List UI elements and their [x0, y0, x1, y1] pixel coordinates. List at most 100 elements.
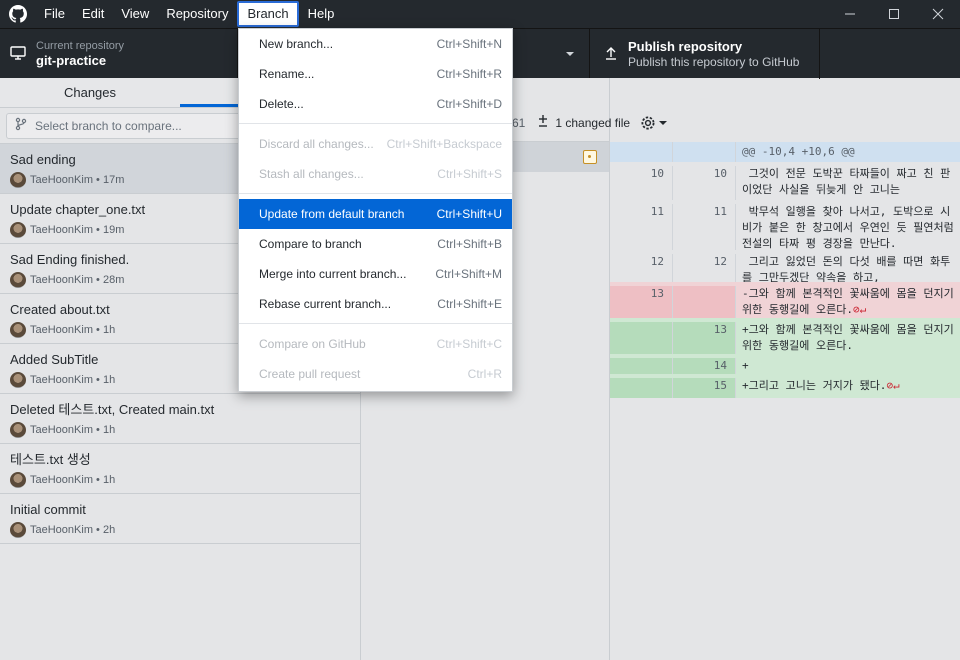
menu-item-shortcut: Ctrl+Shift+R [436, 67, 502, 81]
old-line-number: 10 [610, 166, 673, 200]
menu-item-shortcut: Ctrl+Shift+B [437, 237, 502, 251]
commit-time: 2h [102, 524, 116, 536]
current-repository-label: Current repository [36, 40, 125, 52]
close-icon[interactable] [916, 0, 960, 28]
commit-title: Initial commit [10, 502, 86, 517]
menu-item-label: Delete... [259, 97, 304, 111]
menu-item-label: Update from default branch [259, 207, 405, 221]
meta-separator: • [92, 424, 103, 436]
tab-changes[interactable]: Changes [0, 78, 180, 107]
commit-author: TaeHoonKim [30, 374, 93, 386]
old-line-number: 13 [610, 286, 673, 318]
old-line-number: 12 [610, 254, 673, 282]
title-bar: File Edit View Repository Branch Help [0, 0, 960, 28]
menu-item-merge-into-current-branch[interactable]: Merge into current branch... Ctrl+Shift+M [239, 259, 512, 289]
diff-line-deleted[interactable]: 13 -그와 함께 본격적인 꽃싸움에 몸을 던지기 위한 동행길에 오른다.⊘↵ [610, 282, 960, 318]
maximize-icon[interactable] [872, 0, 916, 28]
window-controls [828, 0, 960, 28]
menu-view[interactable]: View [113, 2, 157, 26]
menu-item-label: Rebase current branch... [259, 297, 392, 311]
diff-code: +그리고 고니는 거지가 됐다. [742, 379, 887, 392]
menu-edit[interactable]: Edit [74, 2, 112, 26]
diff-plus-minus-icon [537, 114, 549, 131]
menu-item-label: Create pull request [259, 367, 361, 381]
diff-line-text: 그리고 잃었던 돈의 다섯 배를 따면 화투를 그만두겠단 약속을 하고, [736, 254, 960, 282]
branch-icon [15, 117, 27, 134]
commit-list-item[interactable]: Initial commit TaeHoonKim • 2h [0, 494, 360, 544]
commit-time: 1h [102, 324, 116, 336]
diff-line-context[interactable]: 12 12 그리고 잃었던 돈의 다섯 배를 따면 화투를 그만두겠단 약속을 하… [610, 250, 960, 282]
diff-line-added[interactable]: 14 + [610, 354, 960, 374]
menu-item-shortcut: Ctrl+Shift+M [435, 267, 502, 281]
meta-separator: • [92, 274, 103, 286]
old-line-number [610, 378, 673, 398]
menu-item-compare-to-branch[interactable]: Compare to branch Ctrl+Shift+B [239, 229, 512, 259]
commit-meta: TaeHoonKim • 2h [10, 522, 350, 538]
no-newline-icon: ⊘↵ [886, 379, 900, 392]
commit-author: TaeHoonKim [30, 424, 93, 436]
compare-placeholder: Select branch to compare... [35, 118, 182, 133]
commit-time: 28m [102, 274, 125, 286]
meta-separator: • [92, 524, 103, 536]
avatar [10, 322, 26, 338]
diff-line-text: + [736, 358, 749, 374]
commit-time: 1h [102, 374, 116, 386]
avatar [10, 472, 26, 488]
diff-line-added[interactable]: 15 +그리고 고니는 거지가 됐다.⊘↵ [610, 374, 960, 398]
publish-repository-button[interactable]: Publish repository Publish this reposito… [590, 29, 820, 79]
diff-code: -그와 함께 본격적인 꽃싸움에 몸을 던지기 위한 동행길에 오른다. [742, 287, 960, 316]
changed-files-info: 61 1 changed file [512, 114, 668, 131]
diff-line-context[interactable]: 11 11 박무석 일행을 찾아 나서고, 도박으로 시비가 붙은 한 창고에서 … [610, 200, 960, 250]
commit-time: 19m [102, 224, 125, 236]
diff-line-text: +그리고 고니는 거지가 됐다.⊘↵ [736, 378, 900, 398]
menu-repository[interactable]: Repository [158, 2, 236, 26]
menu-help[interactable]: Help [300, 2, 343, 26]
hunk-header: @@ -10,4 +10,6 @@ [610, 142, 960, 162]
menu-item-create-pull-request: Create pull request Ctrl+R [239, 359, 512, 389]
menu-file[interactable]: File [36, 2, 73, 26]
commit-sha-fragment: 61 [512, 115, 526, 130]
meta-separator: • [92, 474, 103, 486]
menu-branch[interactable]: Branch [237, 1, 299, 27]
avatar [10, 522, 26, 538]
upload-icon [604, 45, 618, 64]
commit-list-item[interactable]: 테스트.txt 생성 TaeHoonKim • 1h [0, 444, 360, 494]
minimize-icon[interactable] [828, 0, 872, 28]
diff-line-text: 박무석 일행을 찾아 나서고, 도박으로 시비가 붙은 한 창고에서 우연인 듯… [736, 204, 960, 250]
menu-item-stash-all-changes: Stash all changes... Ctrl+Shift+S [239, 159, 512, 189]
menu-item-shortcut: Ctrl+Shift+C [436, 337, 502, 351]
menu-item-new-branch[interactable]: New branch... Ctrl+Shift+N [239, 29, 512, 59]
old-line-number [610, 322, 673, 354]
diff-line-added[interactable]: 13 +그와 함께 본격적인 꽃싸움에 몸을 던지기 위한 동행길에 오른다. [610, 318, 960, 354]
menu-item-compare-on-github: Compare on GitHub Ctrl+Shift+C [239, 329, 512, 359]
publish-title: Publish repository [628, 38, 743, 54]
commit-time: 17m [102, 174, 125, 186]
github-logo-icon [0, 0, 36, 28]
meta-separator: • [92, 324, 103, 336]
commit-meta: TaeHoonKim • 1h [10, 472, 350, 488]
menu-item-label: Stash all changes... [259, 167, 364, 181]
commit-time: 1h [102, 474, 116, 486]
old-line-number [610, 358, 673, 374]
caret-down-icon [565, 47, 575, 61]
commit-list-item[interactable]: Deleted 테스트.txt, Created main.txt TaeHoon… [0, 394, 360, 444]
menu-item-label: New branch... [259, 37, 334, 51]
commit-author: TaeHoonKim [30, 474, 93, 486]
menu-item-update-from-default-branch[interactable]: Update from default branch Ctrl+Shift+U [239, 199, 512, 229]
diff-line-text: +그와 함께 본격적인 꽃싸움에 몸을 던지기 위한 동행길에 오른다. [736, 322, 960, 354]
menu-item-label: Rename... [259, 67, 315, 81]
commit-title: Deleted 테스트.txt, Created main.txt [10, 402, 215, 417]
avatar [10, 272, 26, 288]
diff-line-context[interactable]: 10 10 그것이 전문 도박꾼 타짜들이 짜고 친 판이었단 사실을 뒤늦게 안… [610, 162, 960, 200]
menu-item-shortcut: Ctrl+Shift+S [437, 167, 502, 181]
gear-icon[interactable] [640, 115, 668, 131]
current-repository-button[interactable]: Current repository git-practice [0, 29, 238, 79]
menu-item-rename[interactable]: Rename... Ctrl+Shift+R [239, 59, 512, 89]
commit-author: TaeHoonKim [30, 324, 93, 336]
menu-item-delete[interactable]: Delete... Ctrl+Shift+D [239, 89, 512, 119]
commit-author: TaeHoonKim [30, 224, 93, 236]
diff-view: @@ -10,4 +10,6 @@ 10 10 그것이 전문 도박꾼 타짜들이 짜… [610, 142, 960, 660]
menu-item-rebase-current-branch[interactable]: Rebase current branch... Ctrl+Shift+E [239, 289, 512, 319]
menu-item-shortcut: Ctrl+R [467, 367, 502, 381]
diff-code: + [742, 359, 749, 372]
